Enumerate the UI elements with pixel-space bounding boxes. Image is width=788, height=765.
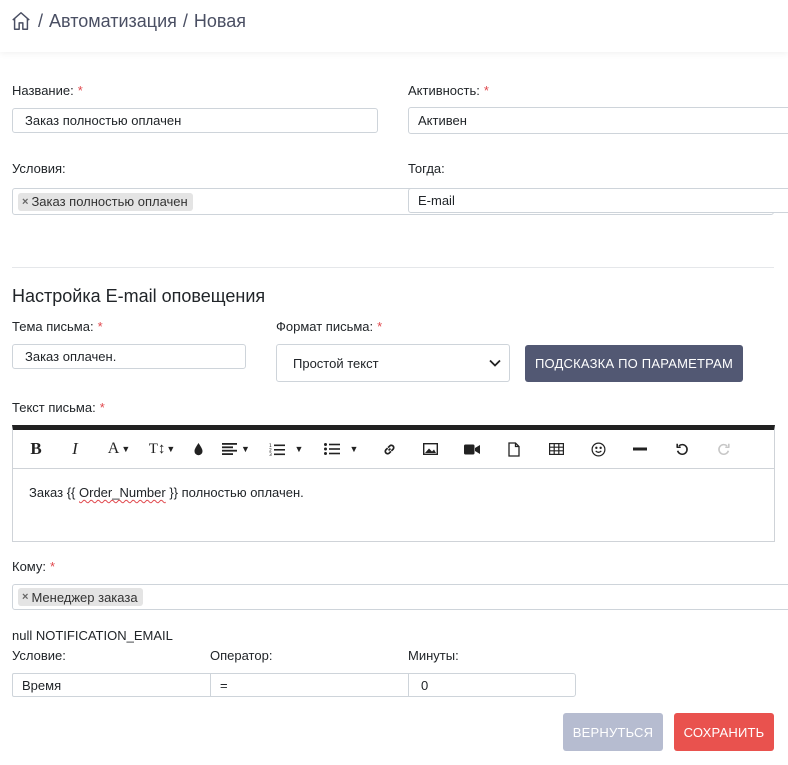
operator-label: Оператор: bbox=[210, 648, 273, 663]
format-label: Формат письма: * bbox=[276, 319, 383, 334]
then-select[interactable]: E-mail bbox=[408, 188, 788, 213]
save-button[interactable]: СОХРАНИТЬ bbox=[674, 713, 774, 751]
home-icon[interactable] bbox=[10, 10, 32, 32]
template-variable: Order_Number bbox=[79, 485, 166, 500]
remove-tag-icon[interactable]: × bbox=[22, 591, 28, 603]
unordered-list-icon[interactable]: ▼ bbox=[313, 430, 369, 469]
emoji-icon[interactable] bbox=[577, 430, 619, 469]
redo-icon[interactable] bbox=[703, 430, 745, 469]
section-title: Настройка E-mail оповещения bbox=[12, 286, 266, 306]
condition-label: Условие: bbox=[12, 648, 66, 663]
image-icon[interactable] bbox=[409, 430, 451, 469]
activity-label: Активность: * bbox=[408, 83, 489, 98]
breadcrumb-automation[interactable]: Автоматизация bbox=[49, 11, 177, 32]
editor-toolbar: B I A ▼ T↕ ▼ ▼ 123 ▼ ▼ bbox=[13, 430, 774, 469]
subject-input[interactable]: Заказ оплачен. bbox=[12, 344, 246, 369]
subject-label: Тема письма: * bbox=[12, 319, 103, 334]
editor-content[interactable]: Заказ {{ Order_Number }} полностью оплач… bbox=[13, 469, 774, 516]
condition-select[interactable]: Время bbox=[12, 673, 211, 697]
align-icon[interactable]: ▼ bbox=[213, 430, 259, 469]
then-label: Тогда: bbox=[408, 161, 445, 176]
horizontal-rule-icon[interactable] bbox=[619, 430, 661, 469]
body-label: Текст письма: * bbox=[12, 400, 105, 415]
condition-tag[interactable]: × Заказ полностью оплачен bbox=[18, 192, 193, 211]
section-divider bbox=[12, 267, 774, 268]
breadcrumb-separator: / bbox=[182, 10, 188, 31]
bold-icon[interactable]: B bbox=[19, 430, 53, 469]
name-input[interactable]: Заказ полностью оплачен bbox=[12, 108, 378, 133]
file-icon[interactable] bbox=[493, 430, 535, 469]
breadcrumb-separator: / bbox=[38, 10, 44, 31]
back-button[interactable]: ВЕРНУТЬСЯ bbox=[563, 713, 663, 751]
undo-icon[interactable] bbox=[661, 430, 703, 469]
fill-color-icon[interactable] bbox=[183, 430, 213, 469]
parameters-hint-button[interactable]: ПОДСКАЗКА ПО ПАРАМЕТРАМ bbox=[525, 345, 743, 382]
video-icon[interactable] bbox=[451, 430, 493, 469]
recipients-label: Кому: * bbox=[12, 559, 56, 574]
name-label: Название: * bbox=[12, 83, 83, 98]
svg-text:3: 3 bbox=[269, 452, 272, 456]
link-icon[interactable] bbox=[369, 430, 409, 469]
remove-tag-icon[interactable]: × bbox=[22, 196, 28, 208]
italic-icon[interactable]: I bbox=[53, 430, 97, 469]
breadcrumb-current: Новая bbox=[193, 10, 247, 31]
font-size-icon[interactable]: T↕ ▼ bbox=[141, 430, 183, 469]
notification-caption: null NOTIFICATION_EMAIL bbox=[12, 628, 173, 643]
conditions-label: Условия: bbox=[12, 161, 66, 176]
format-select[interactable]: Простой текст bbox=[276, 344, 510, 382]
recipients-multiselect[interactable]: × Менеджер заказа bbox=[12, 584, 788, 610]
operator-select[interactable]: = bbox=[210, 673, 409, 697]
email-body-editor[interactable]: B I A ▼ T↕ ▼ ▼ 123 ▼ ▼ Заказ {{Order_Nu… bbox=[12, 425, 775, 542]
recipient-tag[interactable]: × Менеджер заказа bbox=[18, 588, 143, 606]
table-icon[interactable] bbox=[535, 430, 577, 469]
font-color-icon[interactable]: A ▼ bbox=[97, 430, 141, 469]
ordered-list-icon[interactable]: 123 ▼ bbox=[259, 430, 313, 469]
minutes-input[interactable]: 0 bbox=[408, 673, 576, 697]
chevron-down-icon bbox=[489, 359, 501, 367]
activity-select[interactable]: Активен bbox=[408, 107, 788, 134]
minutes-label: Минуты: bbox=[408, 648, 459, 663]
breadcrumb: / Автоматизация / Новая bbox=[10, 8, 246, 34]
